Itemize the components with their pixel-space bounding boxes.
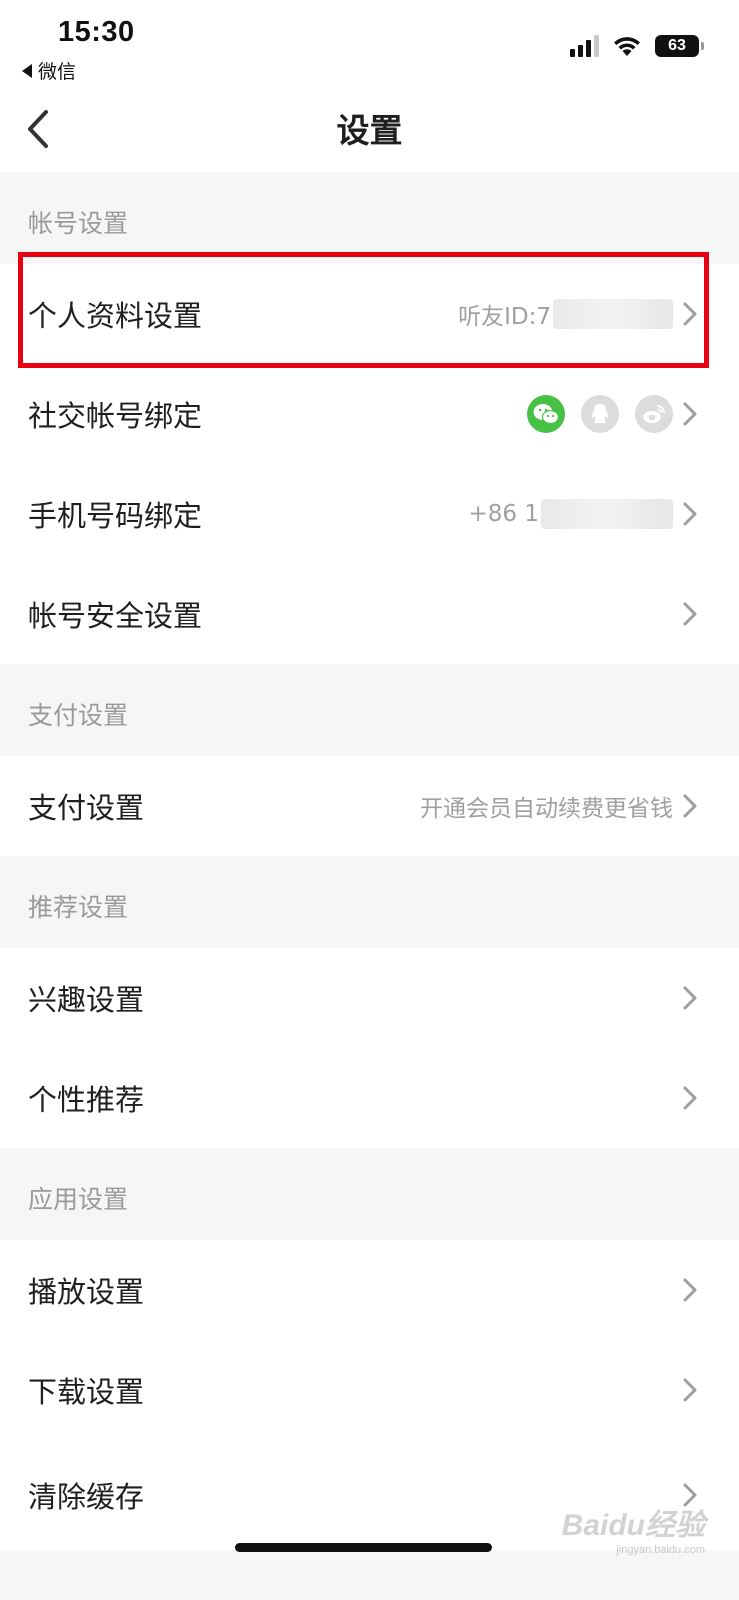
social-icons xyxy=(527,395,673,433)
battery-icon: 63 xyxy=(655,35,704,57)
watermark: Baidu经验 jingyan.baidu.com xyxy=(562,1500,705,1556)
row-label: 社交帐号绑定 xyxy=(28,399,203,433)
top-bar: 15:30 微信 63 设置 xyxy=(0,0,739,172)
redacted-blur xyxy=(541,499,673,529)
watermark-brand: Baidu经验 xyxy=(561,1509,705,1542)
settings-row-profile[interactable]: 个人资料设置 听友ID:7 xyxy=(0,264,739,364)
home-indicator[interactable] xyxy=(235,1543,492,1552)
settings-row-phone-binding[interactable]: 手机号码绑定 +86 1 xyxy=(0,464,739,564)
chevron-right-icon xyxy=(683,986,697,1010)
row-label: 个人资料设置 xyxy=(28,299,203,333)
row-label: 播放设置 xyxy=(28,1275,145,1309)
settings-row-download[interactable]: 下载设置 xyxy=(0,1340,739,1440)
phone-text: +86 1 xyxy=(468,501,539,527)
weibo-icon xyxy=(635,395,673,433)
settings-row-personal-recommend[interactable]: 个性推荐 xyxy=(0,1048,739,1148)
chevron-right-icon xyxy=(683,1378,697,1402)
section-header-app: 应用设置 xyxy=(0,1148,739,1240)
settings-row-interests[interactable]: 兴趣设置 xyxy=(0,948,739,1048)
back-triangle-icon xyxy=(22,63,32,78)
qq-icon xyxy=(581,395,619,433)
section-header-recommend: 推荐设置 xyxy=(0,856,739,948)
chevron-right-icon xyxy=(683,402,697,426)
chevron-right-icon xyxy=(683,502,697,526)
redacted-blur xyxy=(553,299,673,329)
wechat-icon xyxy=(527,395,565,433)
listener-id-text: 听友ID:7 xyxy=(458,304,551,330)
row-label: 清除缓存 xyxy=(28,1480,145,1514)
cellular-signal-icon xyxy=(570,35,599,57)
page-title: 设置 xyxy=(336,111,403,150)
row-label: 帐号安全设置 xyxy=(28,599,203,633)
settings-row-account-security[interactable]: 帐号安全设置 xyxy=(0,564,739,664)
row-label: 下载设置 xyxy=(28,1375,145,1409)
status-back-to-app[interactable]: 微信 xyxy=(22,57,76,84)
status-time: 15:30 xyxy=(58,16,135,48)
settings-row-payment[interactable]: 支付设置 开通会员自动续费更省钱 xyxy=(0,756,739,856)
row-label: 个性推荐 xyxy=(28,1083,145,1117)
chevron-right-icon xyxy=(683,1086,697,1110)
chevron-right-icon xyxy=(683,302,697,326)
settings-row-playback[interactable]: 播放设置 xyxy=(0,1240,739,1340)
chevron-right-icon xyxy=(683,602,697,626)
row-label: 兴趣设置 xyxy=(28,983,145,1017)
settings-row-social-binding[interactable]: 社交帐号绑定 xyxy=(0,364,739,464)
watermark-url: jingyan.baidu.com xyxy=(616,1544,705,1556)
row-value-listener-id: 听友ID:7 xyxy=(458,297,673,331)
wifi-icon xyxy=(614,37,640,56)
settings-page: 15:30 微信 63 设置 帐号设置 个人资料设置 听友ID:7 社交帐号绑定… xyxy=(0,0,739,1600)
chevron-right-icon xyxy=(683,794,697,818)
row-label: 支付设置 xyxy=(28,791,145,825)
chevron-right-icon xyxy=(683,1278,697,1302)
row-label: 手机号码绑定 xyxy=(28,499,203,533)
section-header-payment: 支付设置 xyxy=(0,664,739,756)
section-header-account: 帐号设置 xyxy=(0,172,739,264)
row-value-payment-promo: 开通会员自动续费更省钱 xyxy=(420,796,673,822)
row-value-phone: +86 1 xyxy=(469,499,673,529)
status-indicators: 63 xyxy=(570,34,704,58)
status-back-app-label: 微信 xyxy=(38,61,77,83)
